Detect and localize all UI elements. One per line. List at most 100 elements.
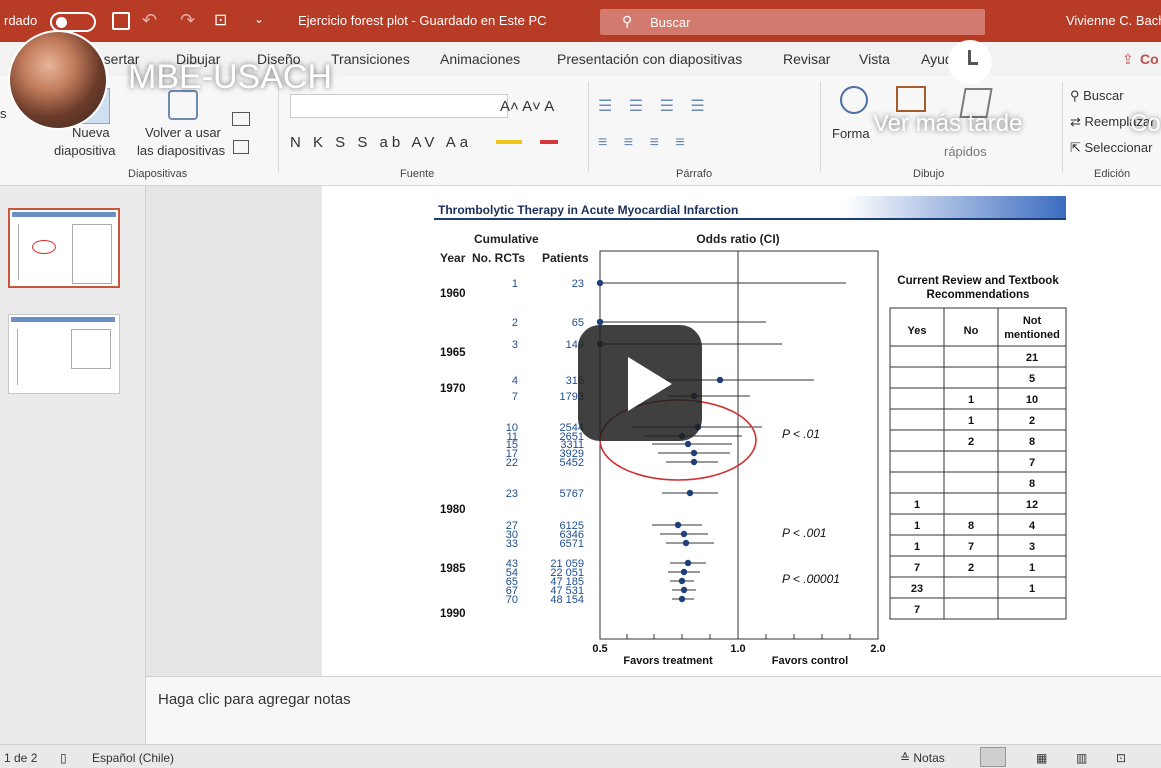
- save-icon[interactable]: [112, 12, 130, 30]
- point-estimate-16: [678, 577, 686, 585]
- slide-thumbnail-2[interactable]: [8, 314, 120, 394]
- slide-canvas[interactable]: Thrombolytic Therapy in Acute Myocardial…: [322, 186, 1161, 676]
- layout-icon[interactable]: [232, 112, 250, 126]
- patients-0: 23: [572, 278, 584, 290]
- status-bar: 1 de 2 ▯ Español (Chile) ≙ Notas ▦ ▥ ⊡: [0, 744, 1161, 768]
- rct-count-2: 3: [512, 339, 518, 351]
- patients-18: 48 154: [550, 594, 584, 606]
- tick-label-2.0: 2.0: [870, 643, 885, 655]
- font-size-increase-icon[interactable]: A˄ A˅ A: [500, 98, 554, 115]
- table-cell-8-0: 1: [914, 520, 920, 532]
- font-color-icon[interactable]: [540, 140, 558, 144]
- table-cell-6-2: 8: [1029, 478, 1035, 490]
- watch-later-label[interactable]: Ver más tarde: [873, 110, 1022, 138]
- slide-count: 1 de 2: [4, 751, 38, 765]
- autosave-label: rdado: [4, 13, 38, 28]
- notes-toggle-label: Notas: [913, 751, 945, 765]
- tick-label-1.0: 1.0: [730, 643, 745, 655]
- point-estimate-12: [680, 530, 688, 538]
- find-button[interactable]: ⚲ Buscar: [1070, 88, 1124, 104]
- user-name[interactable]: Vivienne C. Bach: [1066, 13, 1161, 28]
- point-estimate-3: [716, 376, 724, 384]
- favors-treatment-label: Favors treatment: [623, 655, 713, 667]
- select-label: Seleccionar: [1084, 140, 1153, 155]
- table-cell-4-1: 2: [968, 436, 974, 448]
- new-slide-sublabel[interactable]: diapositiva: [54, 143, 115, 158]
- slide-sorter-icon[interactable]: ▦: [1036, 751, 1047, 765]
- year-label-1970: 1970: [440, 383, 466, 395]
- year-label-1990: 1990: [440, 608, 466, 620]
- reuse-label[interactable]: Volver a usar: [145, 125, 221, 140]
- p-value-2: P < .001: [782, 526, 827, 540]
- tab-transiciones[interactable]: Transiciones: [331, 51, 410, 67]
- reuse-sublabel[interactable]: las diapositivas: [137, 143, 225, 158]
- slide-thumbnail-panel: [0, 186, 146, 744]
- quick-styles-label[interactable]: rápidos: [944, 144, 987, 159]
- language-label[interactable]: Español (Chile): [92, 751, 174, 765]
- section-icon[interactable]: [233, 140, 249, 154]
- slide-header-title: Thrombolytic Therapy in Acute Myocardial…: [438, 203, 738, 217]
- notes-pane[interactable]: Haga clic para agregar notas: [146, 676, 1161, 744]
- group-diapositivas-label: Diapositivas: [128, 168, 188, 180]
- font-name-select[interactable]: [290, 94, 508, 118]
- table-cell-3-1: 1: [968, 415, 974, 427]
- share-icon[interactable]: ⇪: [1122, 51, 1134, 68]
- align-text-icon[interactable]: ≡ ≡ ≡ ≡: [598, 134, 691, 152]
- table-cell-9-2: 3: [1029, 541, 1035, 553]
- search-box[interactable]: ⚲ Buscar: [600, 9, 985, 35]
- undo-icon[interactable]: ↶: [142, 10, 157, 31]
- tab-animaciones[interactable]: Animaciones: [440, 51, 520, 67]
- normal-view-icon[interactable]: [980, 747, 1006, 767]
- video-title[interactable]: MBE-USACH: [128, 58, 332, 97]
- col-year-label: Year: [440, 251, 466, 265]
- table-cell-7-2: 12: [1026, 499, 1038, 511]
- watch-later-icon[interactable]: [948, 40, 992, 84]
- point-estimate-18: [678, 595, 686, 603]
- table-cell-10-2: 1: [1029, 562, 1035, 574]
- redo-icon[interactable]: ↷: [180, 10, 195, 31]
- table-cell-10-1: 2: [968, 562, 974, 574]
- point-estimate-10: [686, 489, 694, 497]
- notes-toggle[interactable]: ≙ Notas: [900, 751, 945, 765]
- customize-dropdown-icon[interactable]: ⌄: [254, 12, 264, 26]
- tab-presentacion[interactable]: Presentación con diapositivas: [557, 51, 742, 67]
- select-button[interactable]: ⇱ Seleccionar: [1070, 140, 1152, 156]
- rct-count-0: 1: [512, 278, 518, 290]
- slideshow-icon[interactable]: ⊡: [1116, 751, 1126, 765]
- window-titlebar: rdado ↶ ↷ ⊡ ⌄ Ejercicio forest plot - Gu…: [0, 0, 1161, 42]
- search-placeholder: Buscar: [650, 15, 691, 30]
- col-or-label: Odds ratio (CI): [696, 232, 779, 246]
- p-value-3: P < .00001: [782, 572, 840, 586]
- tab-vista[interactable]: Vista: [859, 51, 890, 67]
- col-patients-label: Patients: [542, 251, 589, 265]
- patients-9: 5452: [560, 457, 584, 469]
- table-header-not: Not: [1023, 315, 1042, 327]
- point-estimate-0: [596, 279, 604, 287]
- rct-count-3: 4: [512, 375, 518, 387]
- slide-thumbnail-1[interactable]: [8, 208, 120, 288]
- share-overlay-label[interactable]: Co: [1130, 110, 1161, 138]
- table-cell-0-2: 21: [1026, 352, 1038, 364]
- new-slide-label[interactable]: Nueva: [72, 125, 110, 140]
- table-cell-2-2: 10: [1026, 394, 1038, 406]
- point-estimate-7: [684, 440, 692, 448]
- shapes-label[interactable]: Forma: [832, 126, 870, 141]
- reading-view-icon[interactable]: ▥: [1076, 751, 1087, 765]
- tab-revisar[interactable]: Revisar: [783, 51, 830, 67]
- shapes-icon[interactable]: [840, 86, 868, 114]
- channel-avatar[interactable]: [8, 30, 108, 130]
- present-icon[interactable]: ⊡: [214, 10, 227, 30]
- notes-placeholder[interactable]: Haga clic para agregar notas: [158, 691, 351, 708]
- rct-count-9: 22: [506, 457, 518, 469]
- autosave-toggle[interactable]: [50, 12, 96, 32]
- font-format-row[interactable]: N K S S ab AV Aa: [290, 134, 472, 151]
- arrange-icon[interactable]: [896, 86, 926, 112]
- play-icon[interactable]: [628, 357, 672, 411]
- share-label-partial[interactable]: Co: [1140, 51, 1159, 67]
- table-cell-1-2: 5: [1029, 373, 1035, 385]
- highlight-color-icon[interactable]: [496, 140, 522, 144]
- document-title[interactable]: Ejercicio forest plot - Guardado en Este…: [298, 13, 547, 28]
- group-edicion-label: Edición: [1094, 168, 1131, 180]
- list-bullets-icon[interactable]: ☰ ☰ ☰ ☰: [598, 96, 711, 116]
- accessibility-icon[interactable]: ▯: [60, 751, 67, 765]
